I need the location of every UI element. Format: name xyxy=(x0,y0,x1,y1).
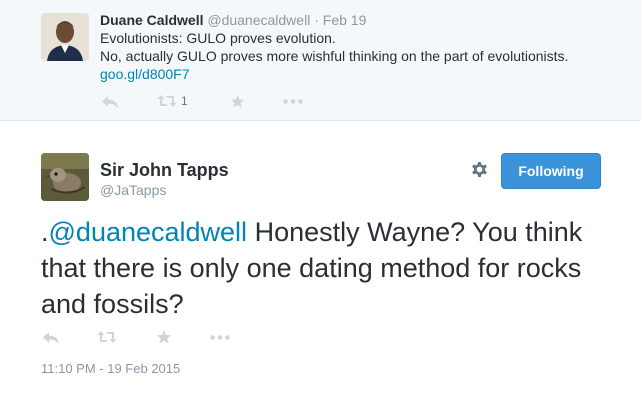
tweet-text-line: Evolutionists: GULO proves evolution. xyxy=(100,30,336,46)
author-name[interactable]: Duane Caldwell xyxy=(100,12,203,28)
favorite-button[interactable] xyxy=(230,94,245,109)
tweet-date[interactable]: Feb 19 xyxy=(323,12,367,28)
retweet-icon xyxy=(97,331,117,343)
retweet-icon xyxy=(157,95,177,107)
star-icon xyxy=(230,94,245,108)
avatar[interactable] xyxy=(41,13,89,61)
tweet-timestamp[interactable]: 11:10 PM - 19 Feb 2015 xyxy=(41,361,180,376)
more-button[interactable] xyxy=(283,99,303,104)
settings-button[interactable] xyxy=(470,160,489,184)
text-prefix: . xyxy=(41,217,49,247)
retweet-button[interactable]: 1 xyxy=(157,94,188,108)
author-handle[interactable]: @duanecaldwell xyxy=(207,12,310,28)
star-icon xyxy=(156,330,172,344)
mention-link[interactable]: @duanecaldwell xyxy=(49,217,248,247)
author-name[interactable]: Sir John Tapps xyxy=(100,160,229,181)
more-icon xyxy=(210,335,230,340)
tweet-header: Duane Caldwell @duanecaldwell · Feb 19 xyxy=(100,12,366,28)
tweet-link[interactable]: goo.gl/d800F7 xyxy=(100,66,190,82)
reply-button[interactable] xyxy=(101,95,119,109)
reply-button[interactable] xyxy=(42,331,60,345)
tweet-text-line: No, actually GULO proves more wishful th… xyxy=(100,48,569,64)
more-icon xyxy=(283,99,303,104)
retweet-button[interactable] xyxy=(97,330,117,344)
author-handle[interactable]: @JaTapps xyxy=(100,182,166,198)
avatar[interactable] xyxy=(41,153,89,201)
previous-tweet[interactable]: Duane Caldwell @duanecaldwell · Feb 19 E… xyxy=(0,0,641,121)
reply-icon xyxy=(43,332,59,344)
tweet-text: .@duanecaldwell Honestly Wayne? You thin… xyxy=(41,214,616,322)
reply-icon xyxy=(102,96,118,108)
gear-icon xyxy=(472,161,487,178)
retweet-count: 1 xyxy=(181,94,188,108)
more-button[interactable] xyxy=(210,335,230,340)
following-button[interactable]: Following xyxy=(501,153,601,189)
favorite-button[interactable] xyxy=(156,329,172,345)
separator: · xyxy=(314,12,319,28)
